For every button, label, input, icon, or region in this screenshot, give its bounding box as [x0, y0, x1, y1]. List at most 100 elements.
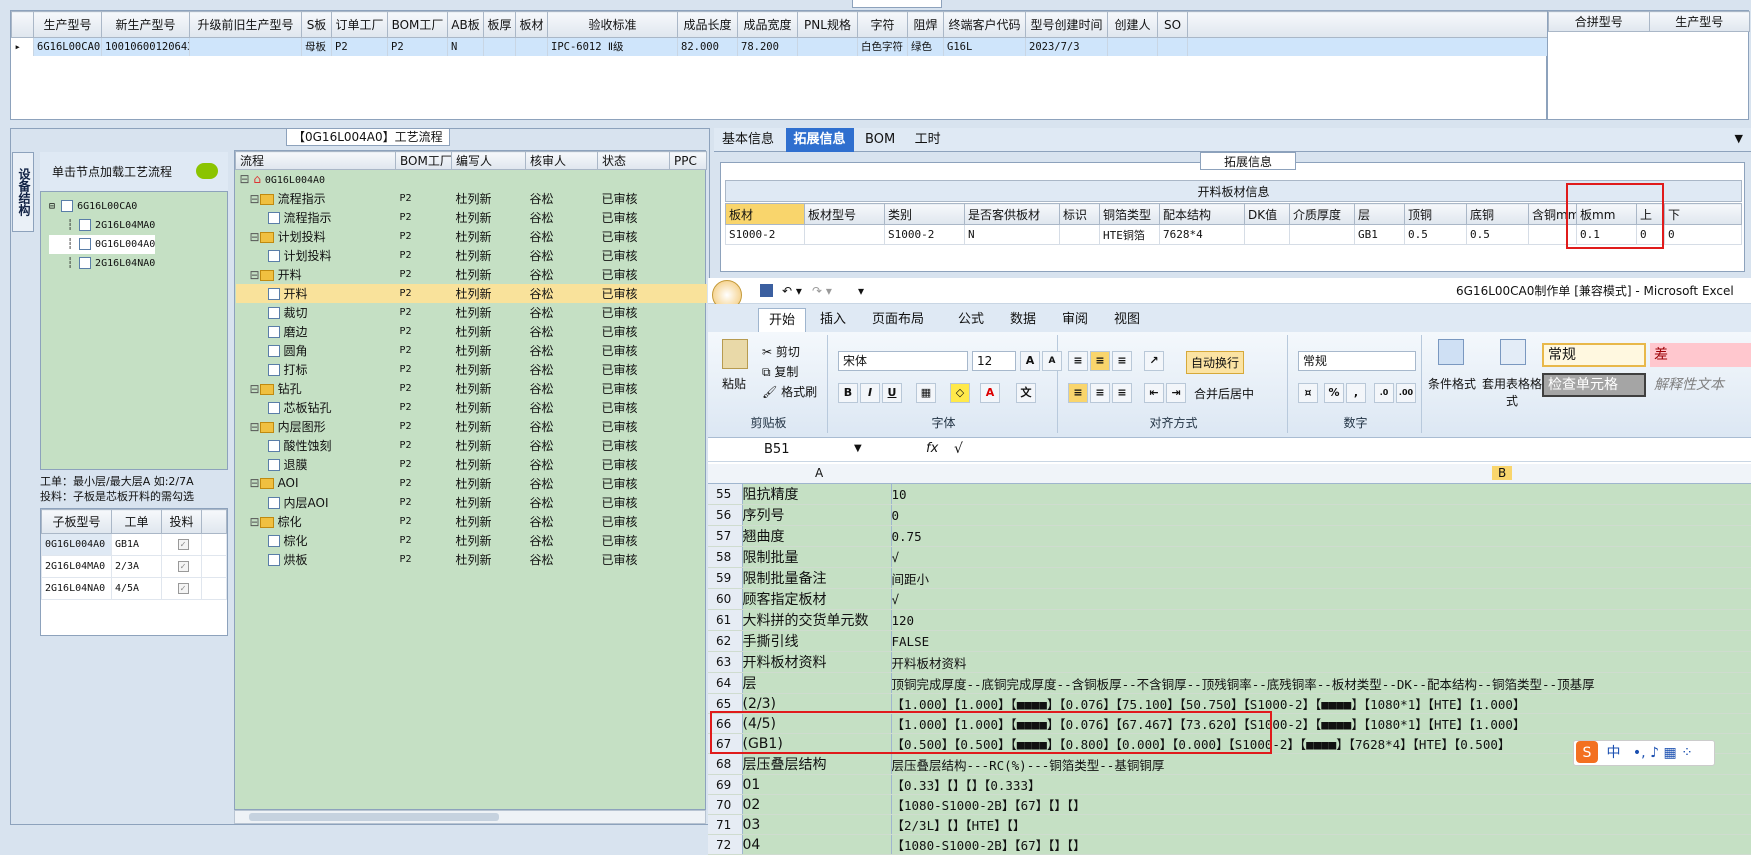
tab-insert[interactable]: 插入: [810, 308, 856, 332]
cell-a[interactable]: 大料拼的交货单元数: [742, 609, 892, 631]
board-cell[interactable]: 7628*4: [1159, 224, 1245, 245]
border-icon[interactable]: ▦: [916, 383, 936, 403]
cell[interactable]: [483, 37, 516, 56]
work-order-cell[interactable]: GB1A: [111, 533, 162, 556]
feed-checkbox[interactable]: ✓: [161, 533, 202, 556]
format-painter-button[interactable]: 🖌 格式刷: [762, 383, 817, 400]
flow-row[interactable]: 退膜 P2 杜列新 谷松 已审核: [236, 455, 707, 474]
sheet-row[interactable]: 56 序列号 0: [708, 504, 1751, 526]
cell-a[interactable]: 04: [742, 834, 892, 855]
column-b-header[interactable]: B: [1492, 466, 1513, 480]
board-cell[interactable]: 0.5: [1466, 224, 1529, 245]
board-cell[interactable]: GB1: [1354, 224, 1405, 245]
flow-row[interactable]: 流程指示 P2 杜列新 谷松 已审核: [236, 208, 707, 227]
cell-a[interactable]: 翘曲度: [742, 525, 892, 547]
column-header[interactable]: BOM工厂: [387, 11, 448, 38]
cell-a[interactable]: 阻抗精度: [742, 484, 892, 505]
board-header[interactable]: 介质厚度: [1289, 203, 1355, 225]
tree-node[interactable]: ┆ 2G16L04MA0: [49, 216, 155, 235]
italic-icon[interactable]: I: [860, 383, 880, 403]
tab-data[interactable]: 数据: [1000, 308, 1046, 332]
row-number[interactable]: 56: [708, 504, 743, 526]
sheet-row[interactable]: 70 02 【1080-S1000-2B】【67】【】【】: [708, 794, 1751, 815]
flow-row[interactable]: ⊟ AOI P2 杜列新 谷松 已审核: [236, 474, 707, 493]
flow-row[interactable]: ⊟ 开料 P2 杜列新 谷松 已审核: [236, 265, 707, 284]
cell[interactable]: 10010600120643: [101, 37, 190, 56]
board-cell[interactable]: [1244, 224, 1290, 245]
cell-b[interactable]: √: [891, 588, 1751, 610]
column-header[interactable]: 订单工厂: [331, 11, 388, 38]
style-explanatory[interactable]: 解释性文本: [1650, 373, 1751, 397]
sheet-row[interactable]: 58 限制批量 √: [708, 546, 1751, 568]
cell-b[interactable]: 【0.33】【】【】【0.333】: [891, 774, 1751, 795]
cell-b[interactable]: 间距小: [891, 567, 1751, 589]
cell[interactable]: [1157, 37, 1188, 56]
flow-row[interactable]: 打标 P2 杜列新 谷松 已审核: [236, 360, 707, 379]
increase-decimal-icon[interactable]: .0: [1374, 383, 1394, 403]
save-icon[interactable]: [760, 284, 773, 297]
flow-row[interactable]: ⊟ 流程指示 P2 杜列新 谷松 已审核: [236, 189, 707, 208]
sheet-row[interactable]: 64 层顶铜完成厚度--底铜完成厚度--含铜板厚--不含铜厚--顶残铜率--底残铜…: [708, 672, 1751, 694]
row-number[interactable]: 61: [708, 609, 743, 631]
flow-row[interactable]: 内层AOI P2 杜列新 谷松 已审核: [236, 493, 707, 512]
cell-b[interactable]: 0: [891, 504, 1751, 526]
flow-row[interactable]: 烘板 P2 杜列新 谷松 已审核: [236, 550, 707, 569]
column-header[interactable]: SO: [1157, 11, 1188, 38]
name-box[interactable]: B51: [764, 442, 789, 457]
row-number[interactable]: 58: [708, 546, 743, 568]
cell-b[interactable]: 10: [891, 484, 1751, 505]
flow-row[interactable]: 圆角 P2 杜列新 谷松 已审核: [236, 341, 707, 360]
feed-checkbox[interactable]: ✓: [161, 555, 202, 578]
flow-row[interactable]: ⊟ 计划投料 P2 杜列新 谷松 已审核: [236, 227, 707, 246]
cell-b[interactable]: 0.75: [891, 525, 1751, 547]
column-header[interactable]: AB板: [447, 11, 484, 38]
cell[interactable]: 78.200: [737, 37, 798, 56]
bold-icon[interactable]: B: [838, 383, 858, 403]
sheet-row[interactable]: 57 翘曲度 0.75: [708, 525, 1751, 547]
vertical-tab-device-structure[interactable]: 设备结构: [12, 152, 34, 232]
board-cell[interactable]: 0: [1664, 224, 1742, 245]
style-normal[interactable]: 常规: [1542, 343, 1646, 367]
row-number[interactable]: 57: [708, 525, 743, 547]
tab-formulas[interactable]: 公式: [948, 308, 994, 332]
board-cell[interactable]: S1000-2: [725, 224, 805, 245]
board-header[interactable]: 底铜: [1466, 203, 1529, 225]
flow-row[interactable]: ⊟ 棕化 P2 杜列新 谷松 已审核: [236, 512, 707, 531]
ime-toolbar[interactable]: S 中 •, ♪ ▦ ⁘: [1573, 740, 1715, 766]
cell-b[interactable]: √: [891, 546, 1751, 568]
board-header[interactable]: 板材: [725, 203, 805, 225]
work-order-cell[interactable]: 2/3A: [111, 555, 162, 578]
comma-icon[interactable]: ,: [1346, 383, 1366, 403]
font-name-select[interactable]: 宋体: [838, 351, 968, 371]
number-format-select[interactable]: 常规: [1298, 351, 1416, 371]
tab-dropdown-icon[interactable]: ▼: [1735, 132, 1743, 145]
column-header[interactable]: 升级前旧生产型号: [189, 11, 302, 38]
board-header[interactable]: 板材型号: [804, 203, 885, 225]
cell[interactable]: [515, 37, 548, 56]
table-row[interactable]: ▸ 6G16L00CA0 10010600120643 母板 P2 P2 N IPC-6012…: [11, 37, 1548, 56]
sub-model-cell[interactable]: 2G16L04NA0: [41, 577, 112, 600]
cell-b[interactable]: 顶铜完成厚度--底铜完成厚度--含铜板厚--不含铜厚--顶残铜率--底残铜率--…: [891, 672, 1751, 694]
cut-button[interactable]: ✂ 剪切: [762, 343, 800, 360]
cell[interactable]: [797, 37, 858, 56]
cell-b[interactable]: 开料板材资料: [891, 651, 1751, 673]
tree-node[interactable]: ┆ 0G16L004A0: [49, 235, 156, 254]
column-header[interactable]: 验收标准: [547, 11, 678, 38]
align-top-icon[interactable]: ≡: [1068, 351, 1088, 371]
sheet-row[interactable]: 55 阻抗精度 10: [708, 484, 1751, 505]
tab-page-layout[interactable]: 页面布局: [862, 308, 934, 332]
table-format-icon[interactable]: [1500, 339, 1526, 365]
cell[interactable]: IPC-6012 Ⅱ级: [547, 37, 678, 56]
column-header[interactable]: 生产型号: [33, 11, 102, 38]
style-check-cell[interactable]: 检查单元格: [1542, 373, 1646, 397]
tab-bom[interactable]: BOM: [857, 128, 903, 152]
column-header[interactable]: 终端客户代码: [943, 11, 1026, 38]
column-header[interactable]: S板: [301, 11, 332, 38]
cell[interactable]: [1107, 37, 1158, 56]
cell-b[interactable]: FALSE: [891, 630, 1751, 652]
board-header[interactable]: 类别: [884, 203, 965, 225]
column-header[interactable]: 型号创建时间: [1025, 11, 1108, 38]
paste-icon[interactable]: [722, 339, 748, 369]
cell[interactable]: 82.000: [677, 37, 738, 56]
row-number[interactable]: 64: [708, 672, 743, 694]
